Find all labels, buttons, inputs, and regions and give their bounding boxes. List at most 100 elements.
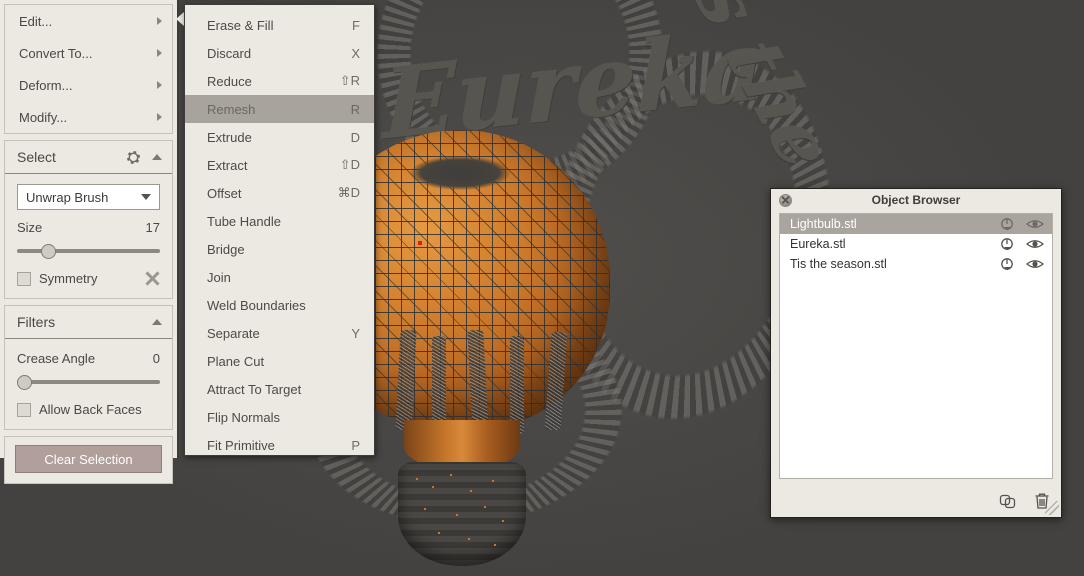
- filters-section-header[interactable]: Filters: [5, 306, 172, 339]
- chevron-right-icon: [157, 81, 162, 89]
- menu-item-deform[interactable]: Deform...: [5, 69, 172, 101]
- ctx-item-label: Tube Handle: [207, 213, 281, 229]
- select-section-title: Select: [17, 149, 56, 165]
- gear-icon[interactable]: [127, 150, 140, 164]
- object-name: Tis the season.stl: [790, 257, 887, 271]
- menu-item-modify[interactable]: Modify...: [5, 101, 172, 133]
- allow-back-faces-label: Allow Back Faces: [39, 402, 142, 417]
- ctx-item-shortcut: X: [351, 45, 360, 61]
- menu-item-deform-label: Deform...: [19, 77, 73, 93]
- ctx-item-flip-normals[interactable]: Flip Normals: [185, 403, 374, 431]
- eye-icon[interactable]: [1024, 256, 1046, 272]
- allow-back-faces-checkbox[interactable]: [17, 402, 31, 417]
- chevron-right-icon: [157, 49, 162, 57]
- ctx-item-label: Join: [207, 269, 231, 285]
- edit-object-icon[interactable]: [996, 236, 1018, 252]
- ctx-item-label: Bridge: [207, 241, 245, 257]
- ctx-item-bridge[interactable]: Bridge: [185, 235, 374, 263]
- chevron-right-icon: [157, 17, 162, 25]
- menu-item-modify-label: Modify...: [19, 109, 68, 125]
- crease-angle-slider-knob[interactable]: [17, 375, 32, 390]
- size-label: Size: [17, 220, 43, 235]
- object-browser-titlebar: Object Browser: [771, 189, 1061, 211]
- ctx-item-tube-handle[interactable]: Tube Handle: [185, 207, 374, 235]
- menu-item-edit-label: Edit...: [19, 13, 53, 29]
- size-row: Size 17: [17, 220, 160, 235]
- size-value: 17: [145, 220, 160, 235]
- object-name: Eureka.stl: [790, 237, 846, 251]
- crease-angle-slider[interactable]: [17, 374, 160, 390]
- clear-selection-group: Clear Selection: [4, 436, 173, 484]
- ctx-item-label: Separate: [207, 325, 260, 341]
- lightbulb-filament-2: [432, 336, 446, 432]
- menu-item-convert-to[interactable]: Convert To...: [5, 37, 172, 69]
- ctx-item-plane-cut[interactable]: Plane Cut: [185, 347, 374, 375]
- clear-selection-button[interactable]: Clear Selection: [15, 445, 162, 473]
- ctx-item-shortcut: R: [350, 101, 360, 117]
- select-section: Select Unwrap Brush Size 17 Symmetry: [4, 140, 173, 299]
- ctx-item-remesh[interactable]: Remesh R: [185, 95, 374, 123]
- menu-item-edit[interactable]: Edit...: [5, 5, 172, 37]
- ctx-item-erase-fill[interactable]: Erase & Fill F: [185, 11, 374, 39]
- context-menu-pointer: [176, 12, 184, 26]
- ctx-item-reduce[interactable]: Reduce ⇧R: [185, 67, 374, 95]
- ctx-item-label: Remesh: [207, 101, 256, 117]
- lightbulb-screw-base: [398, 462, 526, 566]
- chevron-down-icon: [141, 194, 151, 200]
- object-browser-toolbar: [999, 491, 1051, 511]
- crease-angle-value: 0: [152, 351, 160, 366]
- ctx-item-offset[interactable]: Offset ⌘D: [185, 179, 374, 207]
- symmetry-row: Symmetry: [17, 271, 160, 286]
- size-slider-knob[interactable]: [41, 244, 57, 259]
- ctx-item-extract[interactable]: Extract ⇧D: [185, 151, 374, 179]
- brush-select[interactable]: Unwrap Brush: [17, 184, 160, 210]
- wrench-icon[interactable]: [145, 271, 160, 286]
- symmetry-checkbox[interactable]: [17, 271, 31, 286]
- selection-marker: [418, 241, 422, 245]
- ctx-item-shortcut: ⌘D: [337, 185, 360, 200]
- ctx-item-join[interactable]: Join: [185, 263, 374, 291]
- size-slider[interactable]: [17, 243, 160, 259]
- resize-grip-icon[interactable]: [1045, 501, 1059, 515]
- ctx-item-shortcut: ⇧R: [339, 73, 360, 88]
- chevron-up-icon[interactable]: [152, 319, 162, 325]
- ctx-item-label: Offset: [207, 185, 242, 201]
- filters-section: Filters Crease Angle 0 Allow Back Faces: [4, 305, 173, 430]
- ctx-item-label: Extract: [207, 157, 248, 173]
- object-list[interactable]: Lightbulb.stl Eureka.stl Tis the season.…: [779, 213, 1053, 479]
- app-window: Eureka Tis the season: [0, 0, 1084, 576]
- crease-angle-label: Crease Angle: [17, 351, 96, 366]
- edit-context-menu[interactable]: Erase & Fill F Discard X Reduce ⇧R Remes…: [184, 4, 375, 456]
- object-browser-window[interactable]: Object Browser Lightbulb.stl Eureka.stl: [770, 188, 1062, 518]
- edit-object-icon[interactable]: [996, 216, 1018, 232]
- crease-angle-slider-track: [17, 380, 160, 384]
- ctx-item-label: Extrude: [207, 129, 252, 145]
- ctx-item-label: Flip Normals: [207, 409, 280, 425]
- object-name: Lightbulb.stl: [790, 217, 857, 231]
- chevron-up-icon[interactable]: [152, 154, 162, 160]
- close-icon[interactable]: [779, 194, 792, 207]
- ctx-item-label: Discard: [207, 45, 252, 61]
- symmetry-label: Symmetry: [39, 271, 98, 286]
- ctx-item-label: Erase & Fill: [207, 17, 274, 33]
- list-item[interactable]: Tis the season.stl: [780, 254, 1052, 274]
- ctx-item-discard[interactable]: Discard X: [185, 39, 374, 67]
- allow-back-faces-row: Allow Back Faces: [17, 402, 160, 417]
- ctx-item-separate[interactable]: Separate Y: [185, 319, 374, 347]
- list-item[interactable]: Eureka.stl: [780, 234, 1052, 254]
- eye-icon[interactable]: [1024, 216, 1046, 232]
- chevron-right-icon: [157, 113, 162, 121]
- eye-icon[interactable]: [1024, 236, 1046, 252]
- list-item[interactable]: Lightbulb.stl: [780, 214, 1052, 234]
- ctx-item-fit-primitive[interactable]: Fit Primitive P: [185, 431, 374, 459]
- duplicate-icon[interactable]: [999, 491, 1017, 511]
- select-section-header[interactable]: Select: [5, 141, 172, 174]
- ctx-item-weld-boundaries[interactable]: Weld Boundaries: [185, 291, 374, 319]
- ctx-item-label: Fit Primitive: [207, 437, 275, 453]
- edit-object-icon[interactable]: [996, 256, 1018, 272]
- ctx-item-extrude[interactable]: Extrude D: [185, 123, 374, 151]
- ctx-item-attract-to-target[interactable]: Attract To Target: [185, 375, 374, 403]
- ctx-item-shortcut: D: [350, 129, 360, 145]
- crease-angle-row: Crease Angle 0: [17, 351, 160, 366]
- ctx-item-shortcut: F: [352, 17, 360, 33]
